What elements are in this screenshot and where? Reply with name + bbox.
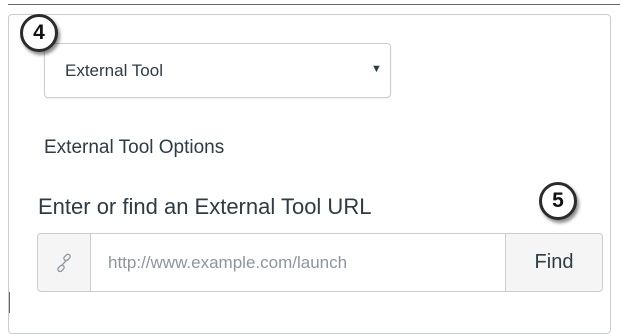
step-callout-4-number: 4: [33, 21, 45, 44]
left-divider: [9, 292, 10, 313]
external-tool-options-heading: External Tool Options: [44, 137, 225, 158]
url-input-group: Find: [37, 233, 603, 292]
screenshot-frame: External Tool ▼ 4 External Tool Options …: [0, 0, 620, 334]
top-divider: [8, 4, 620, 5]
step-callout-4: 4: [20, 14, 58, 52]
link-icon: [57, 253, 71, 272]
chevron-down-icon: ▼: [371, 63, 382, 75]
content-type-select-value: External Tool: [65, 61, 163, 80]
external-tool-url-input[interactable]: [91, 234, 505, 291]
link-addon: [38, 234, 91, 291]
find-button[interactable]: Find: [505, 234, 602, 291]
content-type-select[interactable]: External Tool ▼: [44, 43, 391, 98]
external-tool-url-label: Enter or find an External Tool URL: [38, 194, 372, 219]
step-callout-5: 5: [539, 182, 577, 220]
step-callout-5-number: 5: [552, 189, 564, 212]
